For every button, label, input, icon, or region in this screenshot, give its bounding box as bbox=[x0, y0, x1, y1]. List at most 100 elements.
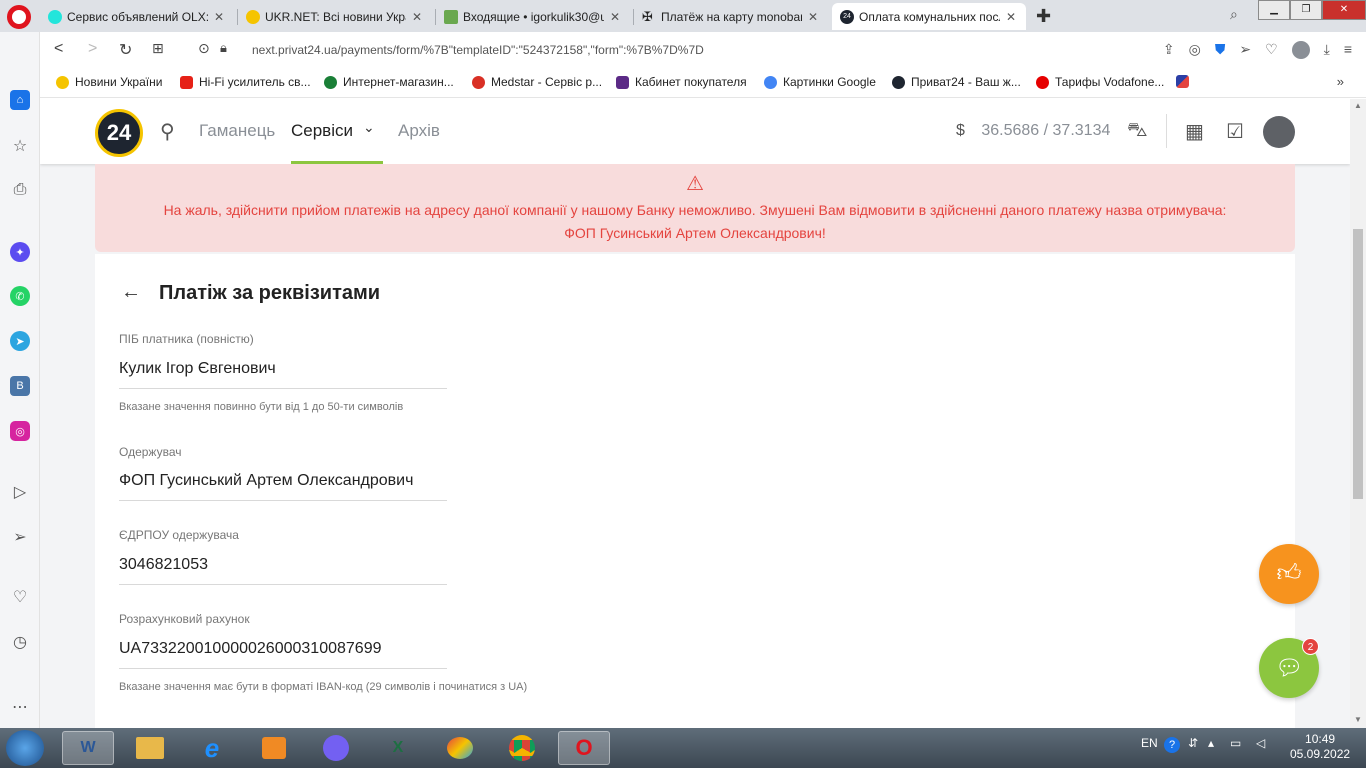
minimize-button[interactable]: ▁ bbox=[1258, 0, 1290, 20]
nav-archive[interactable]: Архів bbox=[398, 121, 440, 141]
maximize-button[interactable]: ❐ bbox=[1290, 0, 1322, 20]
network-icon[interactable]: ▭ bbox=[1230, 736, 1241, 750]
location-pin-icon[interactable]: ⊙ bbox=[198, 40, 210, 57]
back-arrow-icon[interactable]: ← bbox=[121, 281, 141, 304]
bookmark-item[interactable]: Кабинет покупателя bbox=[616, 75, 747, 89]
viber-icon[interactable] bbox=[310, 731, 362, 765]
taskbar-clock[interactable]: 10:49 05.09.2022 bbox=[1290, 732, 1350, 762]
clock-time: 10:49 bbox=[1305, 732, 1336, 746]
file-explorer-icon[interactable] bbox=[124, 731, 176, 765]
reload-icon[interactable]: ↻ bbox=[119, 40, 132, 60]
heart-icon[interactable]: ♡ bbox=[1265, 41, 1278, 59]
tray-arrows-icon[interactable]: ⇵ bbox=[1188, 736, 1198, 750]
close-window-button[interactable]: ✕ bbox=[1322, 0, 1366, 20]
close-tab-icon[interactable]: ✕ bbox=[808, 10, 820, 24]
user-avatar[interactable] bbox=[1263, 116, 1295, 148]
tab-ukrnet[interactable]: UKR.NET: Всі новини Украї ✕ bbox=[238, 3, 432, 30]
clock-date: 05.09.2022 bbox=[1290, 747, 1351, 761]
bookmark-item[interactable]: Картинки Google bbox=[764, 75, 876, 89]
player-icon[interactable]: ▷ bbox=[10, 482, 30, 502]
vpn-shield-icon[interactable]: ⛊ bbox=[1215, 41, 1226, 59]
error-alert: ⚠ На жаль, здійснити прийом платежів на … bbox=[95, 164, 1295, 252]
new-tab-button[interactable]: ✚ bbox=[1036, 6, 1051, 27]
flow-send-icon[interactable]: ➢ bbox=[10, 527, 30, 547]
bookmarks-more-icon[interactable]: » bbox=[1337, 74, 1344, 89]
bookmark-item[interactable]: Интернет-магазин... bbox=[324, 75, 454, 89]
internet-explorer-icon[interactable]: e bbox=[186, 731, 238, 765]
whatsapp-icon[interactable]: ✆ bbox=[10, 286, 30, 306]
scrollbar-thumb[interactable] bbox=[1353, 229, 1363, 499]
clipboard-check-icon[interactable]: ☑ bbox=[1226, 119, 1244, 144]
bookmark-item[interactable]: Новини України bbox=[56, 75, 162, 89]
camera-icon[interactable]: ◎ bbox=[1189, 41, 1201, 59]
tab-privat24-active[interactable]: 24 Оплата комунальних посл ✕ bbox=[832, 3, 1026, 30]
page-viewport: 24 ⚲ Гаманець Сервіси ⌄ Архів $ 36.5686 … bbox=[40, 99, 1350, 728]
privat24-logo[interactable]: 24 bbox=[95, 109, 143, 157]
bookmark-item[interactable]: Тарифы Vodafone... bbox=[1036, 75, 1164, 89]
bookmark-item[interactable]: Medstar - Сервіс р... bbox=[472, 75, 602, 89]
thumbs-up-icon: 👍︎ bbox=[1276, 560, 1302, 587]
language-indicator[interactable]: EN bbox=[1141, 736, 1158, 750]
messenger-icon[interactable]: ✦ bbox=[10, 242, 30, 262]
forward-icon[interactable]: > bbox=[88, 40, 97, 58]
profile-avatar[interactable] bbox=[1291, 41, 1310, 59]
scroll-up-icon[interactable]: ▲ bbox=[1354, 101, 1362, 110]
bookmark-item[interactable] bbox=[1176, 75, 1195, 88]
menu-icon[interactable]: ≡ bbox=[1344, 41, 1352, 59]
browser-tab-bar: Сервис объявлений OLX: ✕ UKR.NET: Всі но… bbox=[0, 0, 1366, 32]
nav-services[interactable]: Сервіси bbox=[291, 121, 353, 141]
tab-mail[interactable]: Входящие • igorkulik30@u ✕ bbox=[436, 3, 630, 30]
close-tab-icon[interactable]: ✕ bbox=[214, 10, 226, 24]
opera-logo-icon[interactable] bbox=[7, 5, 31, 29]
search-icon[interactable]: ⚲ bbox=[160, 119, 175, 144]
chrome-icon[interactable] bbox=[496, 731, 548, 765]
close-tab-icon[interactable]: ✕ bbox=[412, 10, 424, 24]
opera-taskbar-icon[interactable]: O bbox=[558, 731, 610, 765]
close-tab-icon[interactable]: ✕ bbox=[610, 10, 622, 24]
telegram-icon[interactable]: ➤ bbox=[10, 331, 30, 351]
nav-wallet[interactable]: Гаманець bbox=[199, 121, 275, 141]
bookmark-item[interactable]: Приват24 - Ваш ж... bbox=[892, 75, 1021, 89]
history-clock-icon[interactable]: ◷ bbox=[10, 632, 30, 652]
paint-icon[interactable] bbox=[434, 731, 486, 765]
page-scrollbar[interactable]: ▲ ▼ bbox=[1350, 99, 1366, 728]
word-app-icon[interactable]: W bbox=[62, 731, 114, 765]
tray-expand-icon[interactable]: ▴ bbox=[1208, 736, 1214, 750]
vk-icon[interactable]: B bbox=[10, 376, 30, 396]
exchange-rate[interactable]: $ 36.5686 / 37.3134 bbox=[956, 122, 1110, 140]
tab-monobank[interactable]: ✠ Платёж на карту monobar ✕ bbox=[634, 3, 828, 30]
download-icon[interactable]: ⤓ bbox=[1324, 41, 1330, 59]
url-field[interactable]: next.privat24.ua/payments/form/%7B"templ… bbox=[252, 43, 704, 57]
media-player-icon[interactable] bbox=[248, 731, 300, 765]
tabs-grid-icon[interactable]: ⊞ bbox=[152, 40, 164, 57]
shopping-bag-icon[interactable]: ⎙ bbox=[10, 180, 30, 200]
lock-icon[interactable]: 🔒︎ bbox=[220, 40, 227, 56]
favorites-heart-icon[interactable]: ♡ bbox=[10, 587, 30, 607]
page-title: Платіж за реквізитами bbox=[159, 282, 381, 304]
tab-olx[interactable]: Сервис объявлений OLX: ✕ bbox=[40, 3, 234, 30]
feedback-like-button[interactable]: 👍︎ bbox=[1259, 544, 1319, 604]
home-icon[interactable]: ⌂ bbox=[10, 90, 30, 110]
recipient-field[interactable]: ФОП Гусинський Артем Олександрович bbox=[119, 472, 447, 501]
payer-name-field[interactable]: Кулик Ігор Євгенович bbox=[119, 360, 447, 389]
scroll-down-icon[interactable]: ▼ bbox=[1354, 715, 1362, 724]
close-tab-icon[interactable]: ✕ bbox=[1006, 10, 1018, 24]
more-dots-icon[interactable]: ⋯ bbox=[10, 697, 30, 717]
help-icon[interactable]: ? bbox=[1164, 737, 1180, 753]
share-icon[interactable]: ⇪ bbox=[1163, 41, 1175, 59]
volume-icon[interactable]: ◁ bbox=[1256, 736, 1265, 750]
account-field[interactable]: UA733220010000026000310087699 bbox=[119, 640, 447, 669]
excel-app-icon[interactable]: X bbox=[372, 731, 424, 765]
basket-icon[interactable]: ⛍ bbox=[1127, 119, 1148, 144]
tab-title: Оплата комунальних посл bbox=[859, 9, 1000, 24]
back-icon[interactable]: < bbox=[54, 40, 63, 58]
bookmark-item[interactable]: Hi-Fi усилитель св... bbox=[180, 75, 311, 89]
speed-dial-icon[interactable]: ☆ bbox=[10, 136, 30, 156]
start-button[interactable] bbox=[6, 730, 44, 766]
calendar-icon[interactable]: ▦ bbox=[1185, 119, 1204, 144]
tab-search-icon[interactable]: ⌕ bbox=[1230, 6, 1238, 23]
chevron-down-icon[interactable]: ⌄ bbox=[363, 119, 375, 136]
instagram-icon[interactable]: ◎ bbox=[10, 421, 30, 441]
send-icon[interactable]: ➢ bbox=[1239, 41, 1251, 59]
edrpou-field[interactable]: 3046821053 bbox=[119, 556, 447, 585]
